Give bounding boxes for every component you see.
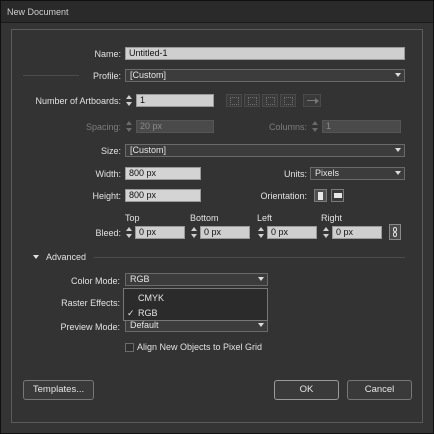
spacing-input[interactable]: 20 px: [136, 120, 214, 133]
spin-down-icon: [323, 234, 329, 238]
grid-by-row-icon[interactable]: [226, 94, 242, 107]
bleed-right-label: Right: [321, 213, 343, 223]
cancel-button[interactable]: Cancel: [347, 380, 412, 400]
bleed-top-input[interactable]: 0 px: [135, 226, 185, 239]
arrange-by-column-icon[interactable]: [280, 94, 296, 107]
bleed-label: Bleed:: [95, 228, 121, 238]
units-select[interactable]: Pixels: [310, 167, 405, 180]
bleed-right-input[interactable]: 0 px: [332, 226, 382, 239]
color-mode-dropdown-menu: CMYK ✓ RGB: [123, 288, 268, 321]
window-title: New Document: [7, 7, 69, 17]
color-mode-select[interactable]: RGB: [125, 273, 268, 286]
bleed-left-stepper[interactable]: [257, 226, 266, 239]
chevron-down-icon: [395, 148, 401, 152]
right-to-left-icon[interactable]: [303, 94, 321, 107]
spin-down-icon: [312, 128, 318, 132]
size-select-value: [Custom]: [130, 145, 167, 155]
spin-up-icon: [191, 227, 197, 231]
arrange-by-row-icon[interactable]: [262, 94, 278, 107]
new-document-dialog: New Document Name: Untitled-1 Profile: […: [0, 0, 434, 434]
bleed-bottom-input[interactable]: 0 px: [200, 226, 250, 239]
chevron-down-icon: [395, 73, 401, 77]
bleed-left-input[interactable]: 0 px: [267, 226, 317, 239]
bleed-top-stepper[interactable]: [125, 226, 134, 239]
spin-down-icon: [126, 102, 132, 106]
grid-by-column-icon[interactable]: [244, 94, 260, 107]
align-pixel-grid-label: Align New Objects to Pixel Grid: [137, 342, 263, 352]
bleed-right-stepper[interactable]: [322, 226, 331, 239]
height-input[interactable]: 800 px: [125, 189, 201, 202]
spacing-stepper[interactable]: [125, 120, 134, 133]
spin-up-icon: [126, 227, 132, 231]
color-mode-select-value: RGB: [130, 274, 150, 284]
align-pixel-grid-checkbox[interactable]: [125, 343, 134, 352]
spacing-label: Spacing:: [85, 122, 121, 132]
link-bleed-icon[interactable]: [389, 224, 401, 240]
size-select[interactable]: [Custom]: [125, 144, 405, 157]
preview-mode-label: Preview Mode:: [60, 322, 120, 332]
height-label: Height:: [92, 191, 121, 201]
chevron-down-icon: [258, 323, 264, 327]
chevron-down-icon: [395, 171, 401, 175]
size-label: Size:: [100, 146, 121, 156]
spin-up-icon: [126, 121, 132, 125]
bleed-left-label: Left: [257, 213, 273, 223]
columns-input[interactable]: 1: [322, 120, 401, 133]
preview-mode-select-value: Default: [130, 320, 159, 330]
spin-up-icon: [312, 121, 318, 125]
orientation-label: Orientation:: [260, 191, 307, 201]
profile-select-value: [Custom]: [130, 70, 167, 80]
ok-button[interactable]: OK: [274, 380, 339, 400]
artboards-stepper[interactable]: [125, 94, 134, 107]
advanced-disclosure-icon[interactable]: [33, 255, 39, 259]
artboards-label: Number of Artboards:: [35, 96, 121, 106]
portrait-icon[interactable]: [314, 189, 327, 202]
width-label: Width:: [95, 169, 121, 179]
checkmark-icon: ✓: [127, 308, 135, 318]
color-mode-label: Color Mode:: [70, 276, 120, 286]
columns-stepper[interactable]: [311, 120, 320, 133]
bleed-bottom-label: Bottom: [190, 213, 219, 223]
landscape-icon[interactable]: [331, 189, 344, 202]
bleed-top-label: Top: [125, 213, 140, 223]
spin-down-icon: [191, 234, 197, 238]
color-mode-option-cmyk[interactable]: CMYK: [124, 291, 267, 305]
profile-label: Profile:: [92, 71, 121, 81]
color-mode-option-rgb-label: RGB: [138, 308, 158, 318]
title-bar[interactable]: New Document: [1, 1, 433, 23]
templates-button[interactable]: Templates...: [23, 380, 94, 400]
spin-up-icon: [323, 227, 329, 231]
spin-up-icon: [126, 95, 132, 99]
advanced-label[interactable]: Advanced: [46, 252, 86, 262]
columns-label: Columns:: [268, 122, 307, 132]
units-label: Units:: [283, 169, 307, 179]
bleed-bottom-stepper[interactable]: [190, 226, 199, 239]
name-input[interactable]: Untitled-1: [125, 47, 405, 60]
spin-down-icon: [126, 128, 132, 132]
name-label: Name:: [94, 49, 121, 59]
artboards-input[interactable]: 1: [136, 94, 214, 107]
advanced-separator: [94, 257, 405, 258]
color-mode-option-rgb[interactable]: ✓ RGB: [124, 306, 267, 320]
width-input[interactable]: 800 px: [125, 167, 201, 180]
spin-down-icon: [258, 234, 264, 238]
chevron-down-icon: [258, 277, 264, 281]
units-select-value: Pixels: [315, 168, 340, 178]
spin-up-icon: [258, 227, 264, 231]
profile-select[interactable]: [Custom]: [125, 69, 405, 82]
spin-down-icon: [126, 234, 132, 238]
raster-effects-label: Raster Effects:: [61, 298, 120, 308]
